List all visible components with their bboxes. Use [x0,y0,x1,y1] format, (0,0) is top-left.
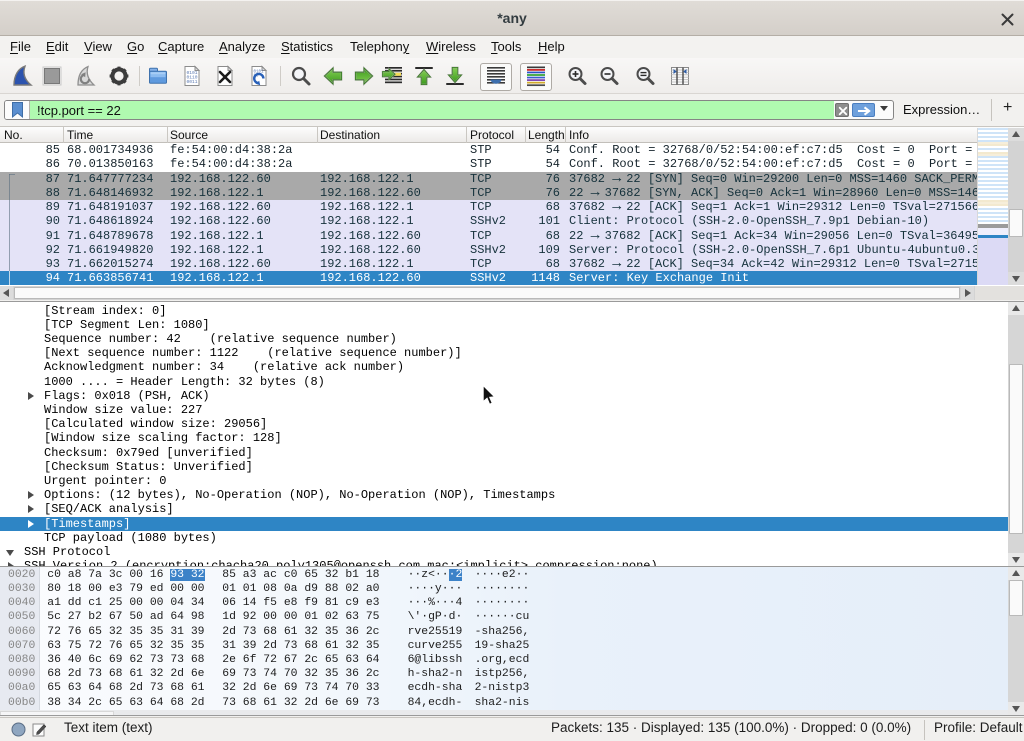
svg-text:0011: 0011 [187,79,198,85]
